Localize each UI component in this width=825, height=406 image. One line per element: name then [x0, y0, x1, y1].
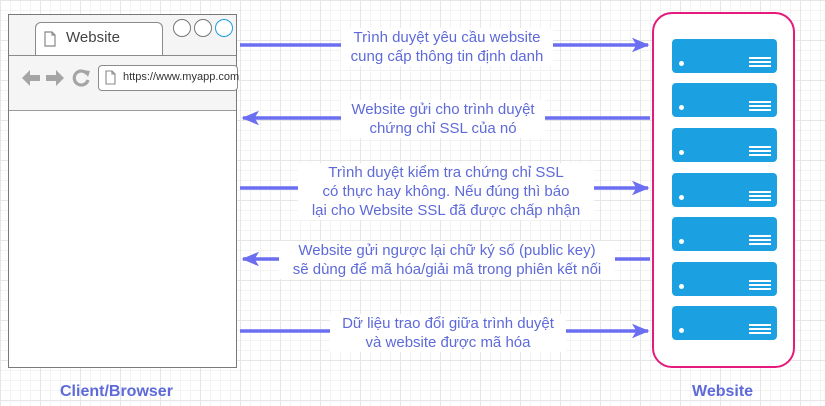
- message-label-3: Trình duyệt kiểm tra chứng chỉ SSL có th…: [298, 163, 594, 220]
- message-label-5: Dữ liệu trao đổi giữa trình duyệt và web…: [330, 314, 566, 352]
- message-label-1: Trình duyệt yêu cầu website cung cấp thô…: [341, 28, 553, 66]
- message-label-4: Website gửi ngược lại chữ ký số (public …: [279, 241, 615, 279]
- message-label-2: Website gửi cho trình duyệt chứng chỉ SS…: [341, 100, 545, 138]
